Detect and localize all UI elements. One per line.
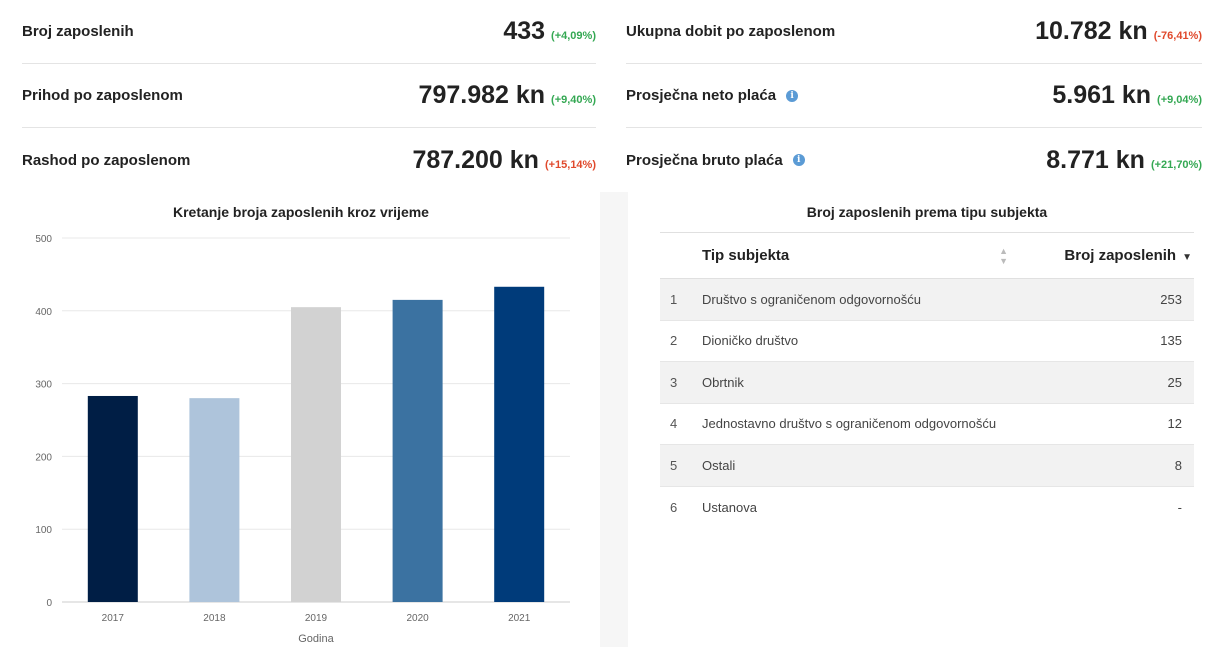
table-row: 2 Dioničko društvo 135: [660, 320, 1194, 362]
row-employee-count: 135: [1160, 333, 1182, 349]
y-tick-label: 100: [35, 525, 52, 536]
row-employee-count: -: [1177, 499, 1182, 515]
stat-label: Broj zaposlenih: [22, 23, 134, 40]
stat-profit-per-employee: Ukupna dobit po zaposlenom 10.782 kn (-7…: [626, 0, 1202, 64]
employees-by-entity-table: Broj zaposlenih prema tipu subjekta Tip …: [660, 192, 1194, 528]
row-employee-count: 8: [1174, 457, 1182, 473]
chart-x-axis: 2017 2018 2019 2020 2021: [102, 613, 531, 624]
row-index: 1: [670, 291, 678, 307]
y-tick-label: 500: [35, 234, 52, 245]
x-tick-label: 2017: [102, 613, 125, 624]
x-tick-label: 2019: [305, 613, 328, 624]
header-entity-type[interactable]: Tip subjekta ▲ ▼: [702, 233, 1032, 279]
sort-desc-icon[interactable]: ▼: [1182, 252, 1192, 263]
row-entity-type: Obrtnik: [702, 374, 744, 390]
stat-value-group: 8.771 kn (+21,70%): [1046, 146, 1202, 175]
table-row: 3 Obrtnik 25: [660, 361, 1194, 403]
info-icon[interactable]: i: [786, 89, 799, 102]
stat-label: Prosječna neto plaća: [626, 87, 777, 104]
stat-value: 787.200 kn: [412, 145, 539, 174]
row-employee-count: 253: [1160, 291, 1182, 307]
row-entity-type: Dioničko društvo: [702, 333, 799, 349]
data-table: Tip subjekta ▲ ▼ Broj zaposlenih ▼ 1 Društ…: [660, 232, 1194, 528]
stats-panel-left: Broj zaposlenih 433 (+4,09%) Prihod po z…: [22, 0, 596, 192]
bar-2021[interactable]: [494, 286, 545, 602]
sort-icon[interactable]: ▲ ▼: [999, 246, 1008, 266]
x-tick-label: 2018: [203, 613, 226, 624]
chart-x-axis-title: Godina: [298, 633, 334, 645]
header-index: [660, 233, 702, 279]
row-index: 6: [670, 499, 678, 515]
header-label: Broj zaposlenih: [1064, 247, 1177, 264]
table-title: Broj zaposlenih prema tipu subjekta: [806, 204, 1048, 220]
row-entity-type: Ostali: [702, 457, 736, 473]
stat-change: (+9,04%): [1157, 94, 1202, 106]
table-row: 1 Društvo s ograničenom odgovornošću 253: [660, 278, 1194, 320]
stat-value-group: 10.782 kn (-76,41%): [1035, 17, 1202, 46]
row-index: 5: [670, 457, 678, 473]
row-index: 2: [670, 333, 678, 349]
employees-bar-chart: Kretanje broja zaposlenih kroz vrijeme 0…: [35, 204, 570, 645]
table-header-row: Tip subjekta ▲ ▼ Broj zaposlenih ▼: [660, 232, 1194, 279]
panel-divider: [600, 192, 628, 647]
stat-avg-gross-salary: Prosječna bruto plaća i 8.771 kn (+21,70…: [626, 128, 1202, 192]
header-employee-count[interactable]: Broj zaposlenih ▼: [1032, 233, 1194, 279]
info-icon[interactable]: i: [792, 154, 805, 166]
x-tick-label: 2020: [406, 613, 429, 624]
stat-value-group: 797.982 kn (+9,40%): [419, 81, 596, 110]
row-index: 4: [670, 416, 678, 432]
row-index: 3: [670, 374, 678, 390]
bar-2018[interactable]: [189, 398, 240, 602]
stat-change: (-76,41%): [1153, 30, 1202, 42]
table-row: 6 Ustanova -: [660, 486, 1194, 528]
stat-value: 433: [503, 17, 546, 45]
stat-revenue-per-employee: Prihod po zaposlenom 797.982 kn (+9,40%): [22, 64, 596, 128]
stat-avg-net-salary: Prosječna neto plaća i 5.961 kn (+9,04%): [626, 64, 1202, 128]
bar-2019[interactable]: [291, 307, 341, 602]
row-employee-count: 12: [1167, 416, 1182, 432]
stat-change: (+9,40%): [551, 94, 596, 106]
stat-value: 8.771 kn: [1046, 145, 1145, 174]
row-entity-type: Ustanova: [702, 499, 757, 515]
stat-expense-per-employee: Rashod po zaposlenom 787.200 kn (+15,14%…: [22, 128, 596, 192]
chart-bars: [87, 286, 545, 602]
x-tick-label: 2021: [508, 613, 531, 624]
stat-change: (+15,14%): [544, 158, 596, 171]
y-tick-label: 200: [35, 452, 52, 463]
stat-label: Ukupna dobit po zaposlenom: [626, 23, 836, 40]
stat-value: 5.961 kn: [1052, 81, 1152, 109]
stat-value-group: 5.961 kn (+9,04%): [1052, 81, 1202, 110]
stat-label: Rashod po zaposlenom: [22, 151, 191, 169]
stat-value-group: 433 (+4,09%): [503, 17, 596, 46]
bar-2020[interactable]: [392, 299, 443, 602]
stat-value-group: 787.200 kn (+15,14%): [412, 146, 596, 175]
row-entity-type: Društvo s ograničenom odgovornošću: [702, 291, 921, 307]
table-row: 4 Jednostavno društvo s ograničenom odgo…: [660, 403, 1194, 445]
stat-label-group: Prosječna bruto plaća i: [626, 152, 805, 169]
header-label: Tip subjekta: [702, 247, 790, 264]
stat-value: 10.782 kn: [1035, 17, 1148, 45]
stat-employees: Broj zaposlenih 433 (+4,09%): [22, 0, 596, 64]
stat-label: Prihod po zaposlenom: [22, 87, 183, 104]
bar-2017[interactable]: [87, 395, 138, 602]
chart-title: Kretanje broja zaposlenih kroz vrijeme: [173, 204, 429, 220]
stat-value: 797.982 kn: [418, 81, 546, 109]
y-tick-label: 0: [46, 598, 52, 609]
stat-label: Prosječna bruto plaća: [626, 151, 783, 169]
stat-change: (+21,70%): [1150, 158, 1202, 171]
stat-label-group: Prosječna neto plaća i: [626, 87, 799, 104]
y-tick-label: 300: [35, 380, 52, 391]
row-entity-type: Jednostavno društvo s ograničenom odgovo…: [702, 416, 997, 432]
table-row: 5 Ostali 8: [660, 444, 1194, 486]
stat-change: (+4,09%): [551, 30, 596, 42]
y-tick-label: 400: [35, 307, 52, 318]
stats-panel-right: Ukupna dobit po zaposlenom 10.782 kn (-7…: [626, 0, 1202, 192]
row-employee-count: 25: [1167, 374, 1182, 390]
chart-y-axis: 0 100 200 300 400 500: [35, 234, 52, 609]
